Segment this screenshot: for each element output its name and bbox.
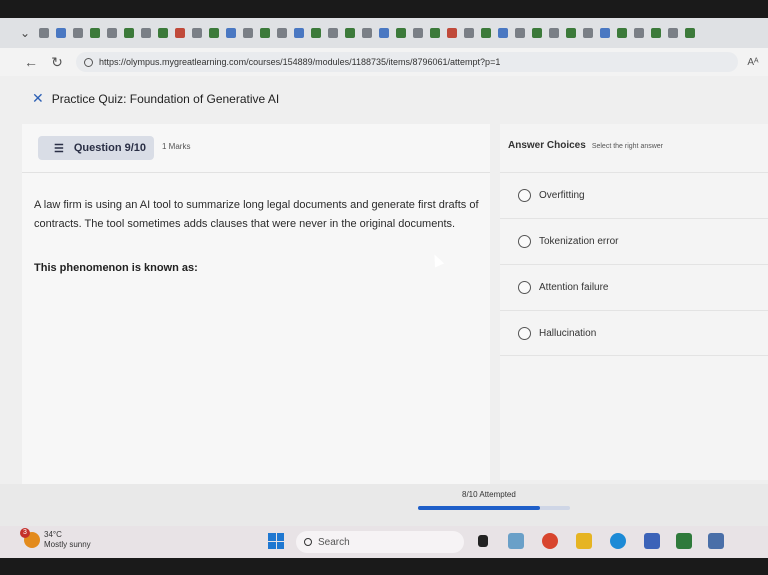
- tab-favicon-icon[interactable]: [583, 28, 593, 38]
- tab-strip: ⌄: [0, 18, 768, 48]
- edge-icon[interactable]: [610, 533, 626, 549]
- tab-favicon-icon[interactable]: [260, 28, 270, 38]
- app-icon[interactable]: [676, 533, 692, 549]
- tab-favicon-icon[interactable]: [685, 28, 695, 38]
- question-text: A law firm is using an AI tool to summar…: [34, 199, 479, 230]
- file-explorer-icon[interactable]: [576, 533, 592, 549]
- answer-panel: Answer Choices Select the right answer O…: [500, 124, 768, 480]
- tab-favicon-icon[interactable]: [175, 28, 185, 38]
- answer-hint: Select the right answer: [591, 143, 664, 150]
- back-arrow-icon[interactable]: ←: [18, 54, 44, 70]
- question-navigator-button[interactable]: ☰ Question 9/10: [38, 136, 154, 160]
- answer-option[interactable]: Tokenization error: [500, 218, 768, 264]
- tab-list-chevron-icon[interactable]: ⌄: [20, 26, 32, 40]
- tab-favicon-icon[interactable]: [532, 28, 542, 38]
- answer-option[interactable]: Attention failure: [500, 264, 768, 310]
- temperature-text: 34°C: [44, 530, 62, 539]
- progress-fill: [418, 506, 540, 510]
- tab-favicon-icon[interactable]: [549, 28, 559, 38]
- taskbar: 3 34°C Mostly sunny Search: [0, 526, 768, 558]
- quiz-title: Practice Quiz: Foundation of Generative …: [51, 91, 280, 106]
- url-field[interactable]: https://olympus.mygreatlearning.com/cour…: [76, 52, 738, 72]
- tab-favicon-icon[interactable]: [226, 28, 236, 38]
- tab-favicon-icon[interactable]: [209, 28, 219, 38]
- tab-favicon-icon[interactable]: [481, 28, 491, 38]
- tab-favicon-icon[interactable]: [141, 28, 151, 38]
- search-icon: [304, 538, 312, 546]
- question-prompt: This phenomenon is known as:: [34, 262, 198, 274]
- address-bar-row: ← ↻ https://olympus.mygreatlearning.com/…: [0, 48, 768, 76]
- tab-favicon-icon[interactable]: [56, 28, 66, 38]
- question-label: Question 9/10: [73, 142, 147, 154]
- site-info-icon[interactable]: [84, 57, 93, 67]
- tab-favicon-icon[interactable]: [651, 28, 661, 38]
- tab-favicon-icon[interactable]: [634, 28, 644, 38]
- close-icon[interactable]: ✕: [32, 90, 44, 107]
- menu-icon: ☰: [54, 142, 64, 155]
- tab-favicon-icon[interactable]: [294, 28, 304, 38]
- progress-track: [418, 506, 570, 510]
- screen: ⌄ ← ↻ https://olympus.mygreatlearning.co…: [0, 18, 768, 558]
- tab-favicon-icon[interactable]: [600, 28, 610, 38]
- tab-favicon-icon[interactable]: [277, 28, 287, 38]
- read-aloud-button[interactable]: Aᴬ: [738, 57, 768, 68]
- tab-favicon-icon[interactable]: [413, 28, 423, 38]
- reload-icon[interactable]: ↻: [44, 54, 70, 71]
- option-label: Hallucination: [539, 327, 597, 339]
- option-label: Overfitting: [539, 190, 585, 201]
- progress-text: 8/10 Attempted: [462, 490, 516, 499]
- tab-favicon-icon[interactable]: [328, 28, 338, 38]
- tab-favicon-icon[interactable]: [124, 28, 134, 38]
- windows-start-icon[interactable]: [268, 533, 284, 549]
- app-icon[interactable]: [508, 533, 524, 549]
- radio-button[interactable]: [518, 326, 531, 340]
- tab-favicon-icon[interactable]: [73, 28, 83, 38]
- tab-favicon-icon[interactable]: [566, 28, 576, 38]
- option-label: Tokenization error: [539, 236, 619, 247]
- tab-favicon-icon[interactable]: [617, 28, 627, 38]
- tab-favicon-icon[interactable]: [90, 28, 100, 38]
- answer-header: Answer Choices Select the right answer: [508, 140, 663, 151]
- tab-favicon-icon[interactable]: [345, 28, 355, 38]
- tab-favicon-icon[interactable]: [447, 28, 457, 38]
- weather-condition-text: Mostly sunny: [44, 540, 91, 549]
- radio-button[interactable]: [518, 189, 531, 202]
- chrome-icon[interactable]: [542, 533, 558, 549]
- marks-label: 1 Marks: [162, 142, 191, 151]
- tab-favicon-icon[interactable]: [158, 28, 168, 38]
- question-header: ☰ Question 9/10 1 Marks: [22, 124, 490, 173]
- answer-option[interactable]: Hallucination: [500, 310, 768, 356]
- radio-button[interactable]: [518, 235, 531, 248]
- url-text: https://olympus.mygreatlearning.com/cour…: [99, 57, 501, 67]
- notification-badge: 3: [20, 528, 30, 538]
- weather-widget[interactable]: 3 34°C Mostly sunny: [20, 528, 91, 550]
- tab-favicon-icon[interactable]: [39, 28, 49, 38]
- tab-favicon-icon[interactable]: [464, 28, 474, 38]
- tab-favicon-icon[interactable]: [668, 28, 678, 38]
- tab-favicon-icon[interactable]: [192, 28, 202, 38]
- tab-favicon-icon[interactable]: [311, 28, 321, 38]
- tab-favicon-icon[interactable]: [107, 28, 117, 38]
- teams-icon[interactable]: [644, 533, 660, 549]
- tab-favicon-icon[interactable]: [515, 28, 525, 38]
- tab-favicon-icon[interactable]: [430, 28, 440, 38]
- question-panel: ☰ Question 9/10 1 Marks A law firm is us…: [22, 124, 490, 524]
- progress-footer: 8/10 Attempted: [0, 484, 768, 526]
- search-placeholder: Search: [318, 536, 350, 548]
- answer-option[interactable]: Overfitting: [500, 172, 768, 218]
- tab-favicon-icon[interactable]: [379, 28, 389, 38]
- app-icon[interactable]: [708, 533, 724, 549]
- answer-heading: Answer Choices: [508, 140, 586, 151]
- tab-favicon-icon[interactable]: [243, 28, 253, 38]
- tab-favicon-icon[interactable]: [498, 28, 508, 38]
- quiz-header: ✕ Practice Quiz: Foundation of Generativ…: [32, 90, 279, 107]
- weather-sun-icon: 3: [20, 528, 40, 548]
- radio-button[interactable]: [518, 281, 531, 294]
- tab-favicon-icon[interactable]: [396, 28, 406, 38]
- task-view-icon[interactable]: [478, 535, 488, 547]
- option-label: Attention failure: [539, 282, 609, 293]
- taskbar-search[interactable]: Search: [296, 531, 464, 553]
- quiz-page: ✕ Practice Quiz: Foundation of Generativ…: [0, 76, 768, 526]
- tab-favicon-icon[interactable]: [362, 28, 372, 38]
